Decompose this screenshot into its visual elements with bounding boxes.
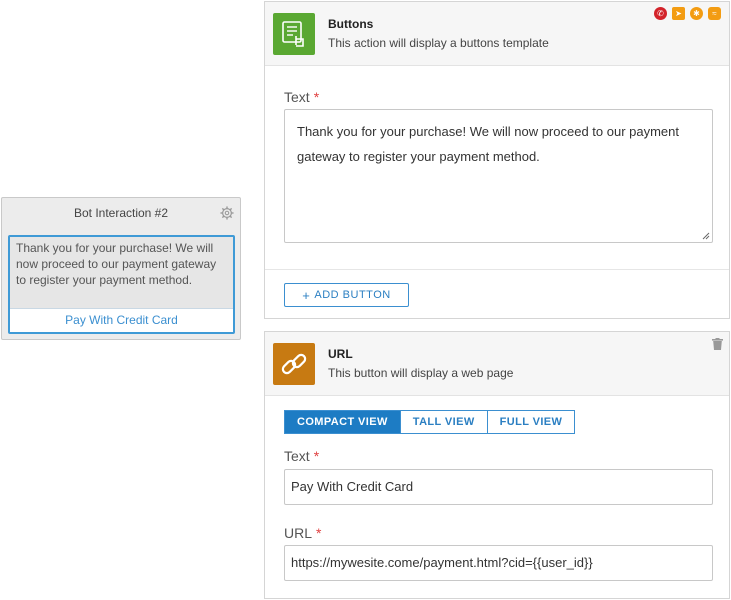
tall-view-tab[interactable]: TALL VIEW [400,410,488,434]
buttons-card-header: Buttons This action will display a butto… [265,2,729,66]
buttons-action-card: Buttons This action will display a butto… [264,1,730,319]
node-title: Bot Interaction #2 [73,206,169,220]
node-message-box[interactable]: Thank you for your purchase! We will now… [8,235,235,334]
gear-icon[interactable] [220,206,234,220]
trash-icon[interactable] [712,338,723,350]
url-url-label: URL * [284,525,322,541]
whatsapp-icon: ✆ [654,7,667,20]
url-card-header: URL This button will display a web page [265,332,729,396]
node-message-text: Thank you for your purchase! We will now… [16,241,217,287]
url-text-input[interactable]: Pay With Credit Card [284,469,713,505]
telegram-icon: ➤ [672,7,685,20]
resize-handle-icon[interactable] [702,232,710,240]
compact-view-tab[interactable]: COMPACT VIEW [284,410,401,434]
channel-icons: ✆ ➤ ✱ ≈ [654,7,721,20]
buttons-template-icon [273,13,315,55]
buttons-text-label: Text * [284,89,320,105]
url-text-label: Text * [284,448,320,464]
add-button-button[interactable]: + ADD BUTTON [284,283,409,307]
buttons-text-value: Thank you for your purchase! We will now… [297,124,680,164]
url-card-title: URL [328,347,353,361]
node-pay-button[interactable]: Pay With Credit Card [10,308,233,332]
messenger-icon: ≈ [708,7,721,20]
buttons-text-textarea[interactable]: Thank you for your purchase! We will now… [284,109,713,243]
url-button-card: URL This button will display a web page … [264,331,730,599]
url-card-subtitle: This button will display a web page [328,366,514,380]
buttons-card-title: Buttons [328,17,374,31]
chatbot-icon: ✱ [690,7,703,20]
link-icon [273,343,315,385]
full-view-tab[interactable]: FULL VIEW [487,410,576,434]
view-mode-selector: COMPACT VIEW TALL VIEW FULL VIEW [284,410,576,434]
plus-icon: + [302,287,311,303]
url-input[interactable]: https://mywesite.come/payment.html?cid={… [284,545,713,581]
buttons-card-subtitle: This action will display a buttons templ… [328,36,549,50]
buttons-card-divider [265,269,729,270]
bot-interaction-node[interactable]: Bot Interaction #2 Thank you for your pu… [1,197,241,340]
